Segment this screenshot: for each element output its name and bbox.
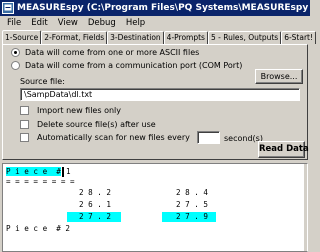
menu-bar: File Edit View Debug Help xyxy=(0,16,310,30)
tab-prompts[interactable]: 4-Prompts xyxy=(163,31,208,44)
source-file-input[interactable]: \SampData\dl.txt xyxy=(20,88,300,101)
tab-source[interactable]: 1-Source xyxy=(2,30,42,44)
auto-scan-label: Automatically scan for new files every xyxy=(37,133,190,142)
menu-file[interactable]: File xyxy=(2,18,26,28)
import-new-checkbox[interactable] xyxy=(20,106,29,115)
piece-1-highlight: P i e c e # xyxy=(6,167,61,176)
tab-rules-outputs[interactable]: 5 - Rules, Outputs xyxy=(207,31,282,44)
delete-after-checkbox[interactable] xyxy=(20,120,29,129)
output-line-piece-2: P i e c e # 2 xyxy=(6,224,71,233)
value-r3-a: 2 7 . 2 xyxy=(67,212,121,222)
value-r2-a: 2 6 . 1 xyxy=(79,200,112,209)
radio-com[interactable] xyxy=(11,61,20,70)
import-new-label: Import new files only xyxy=(37,106,121,115)
value-r1-b: 2 8 . 4 xyxy=(176,188,209,197)
tab-destination[interactable]: 3-Destination xyxy=(107,31,164,44)
radio-ascii-row[interactable]: Data will come from one or more ASCII fi… xyxy=(11,48,199,57)
menu-help[interactable]: Help xyxy=(121,18,150,28)
window-title: MEASUREspy (C:\Program Files\PQ Systems\… xyxy=(17,3,310,13)
menu-debug[interactable]: Debug xyxy=(83,18,121,28)
source-file-label: Source file: xyxy=(20,77,65,86)
piece-1-number: 1 xyxy=(66,167,71,176)
app-icon xyxy=(2,2,14,14)
value-r3-b: 2 7 . 9 xyxy=(162,212,216,222)
menu-edit[interactable]: Edit xyxy=(26,18,52,28)
radio-ascii[interactable] xyxy=(11,48,20,57)
tab-strip: 1-Source 2-Format, Fields 3-Destination … xyxy=(2,30,316,44)
browse-button[interactable]: Browse... xyxy=(255,69,303,84)
data-output-area[interactable]: P i e c e # 1 = = = = = = = = 2 8 . 2 2 … xyxy=(2,163,308,252)
check-delete-row[interactable]: Delete source file(s) after use xyxy=(20,120,156,129)
output-separator: = = = = = = = = xyxy=(6,177,75,186)
title-bar: MEASUREspy (C:\Program Files\PQ Systems\… xyxy=(0,0,310,16)
radio-com-label: Data will come from a communication port… xyxy=(25,61,243,70)
auto-scan-checkbox[interactable] xyxy=(20,133,29,142)
radio-ascii-label: Data will come from one or more ASCII fi… xyxy=(25,48,200,57)
tab-start[interactable]: 6-Start! xyxy=(281,31,316,44)
read-data-button[interactable]: Read Data xyxy=(258,141,309,158)
output-scroll-edge xyxy=(304,164,307,251)
check-scan-row[interactable]: Automatically scan for new files every xyxy=(20,133,190,142)
output-line-piece-1: P i e c e # xyxy=(6,167,61,177)
value-r2-b: 2 7 . 5 xyxy=(176,200,209,209)
menu-view[interactable]: View xyxy=(53,18,83,28)
radio-com-row[interactable]: Data will come from a communication port… xyxy=(11,61,242,70)
value-r1-a: 2 8 . 2 xyxy=(79,188,112,197)
text-cursor xyxy=(62,167,64,177)
scan-seconds-input[interactable] xyxy=(197,131,220,144)
source-panel: Data will come from one or more ASCII fi… xyxy=(2,44,309,160)
delete-after-label: Delete source file(s) after use xyxy=(37,120,156,129)
check-import-new-row[interactable]: Import new files only xyxy=(20,106,121,115)
tab-format-fields[interactable]: 2-Format, Fields xyxy=(41,31,108,44)
